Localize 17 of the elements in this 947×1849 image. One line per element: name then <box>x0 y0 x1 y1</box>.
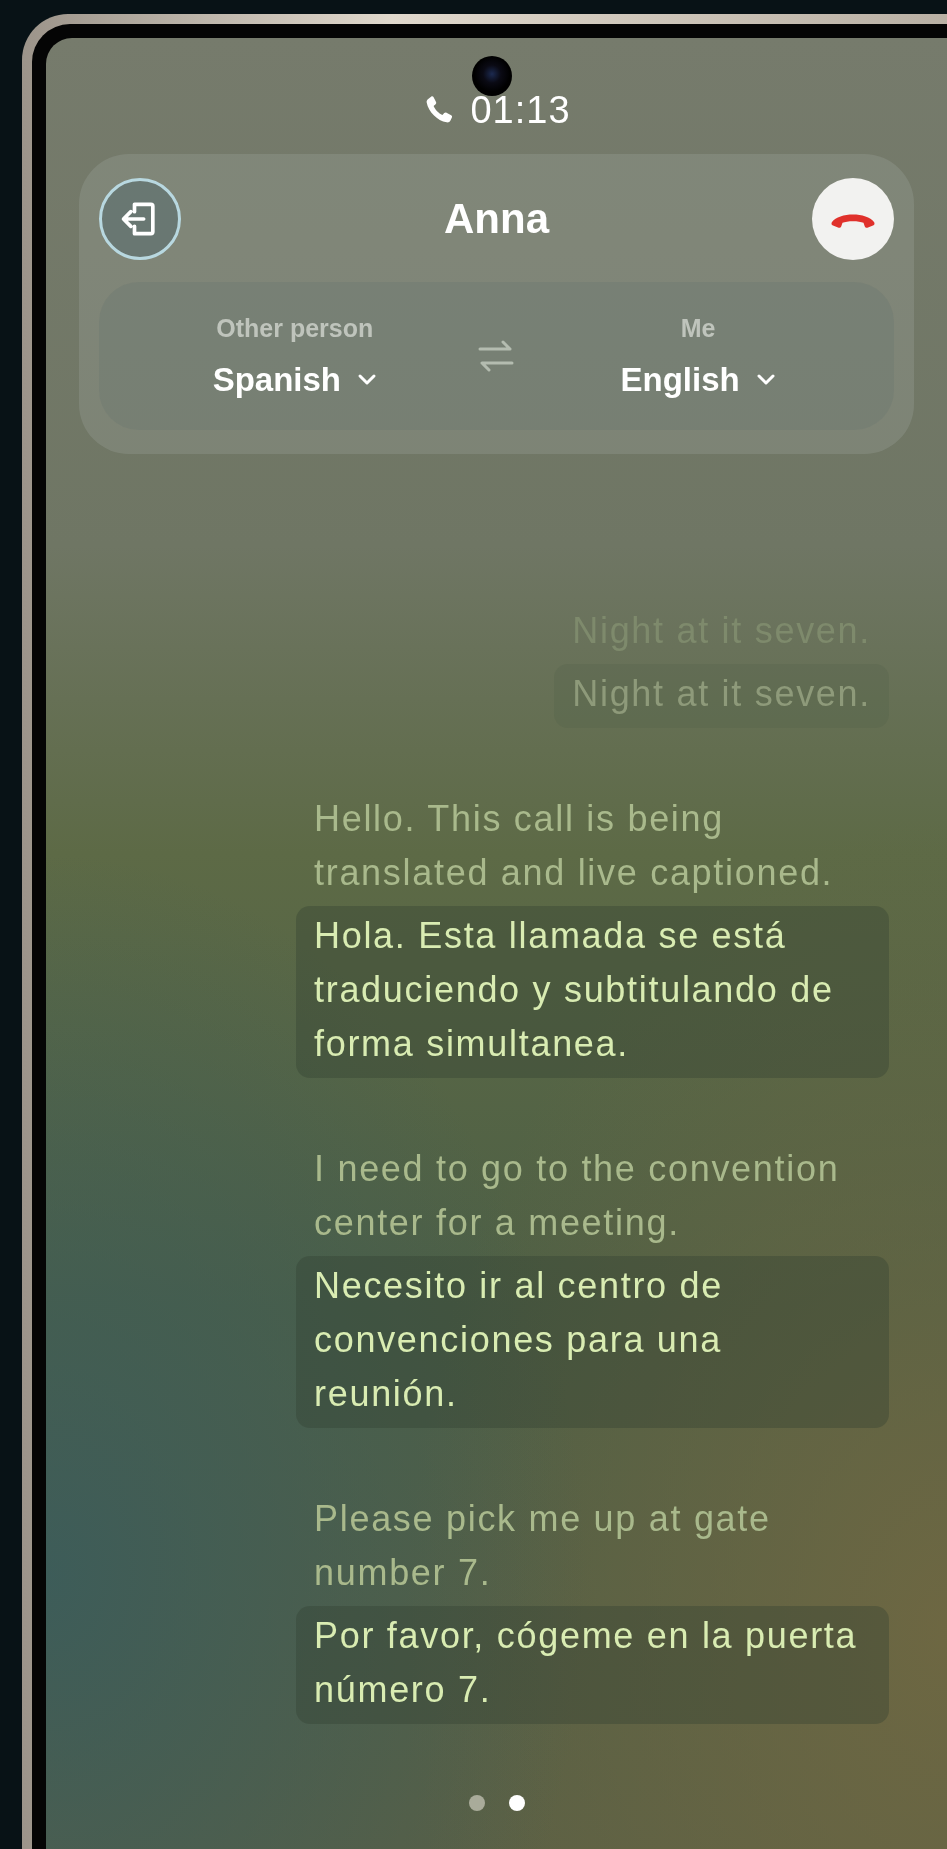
translation-bubble: Hola. Esta llamada se está traduciendo y subtitulando de forma simultanea. <box>296 906 889 1078</box>
translation-bubble: Necesito ir al centro de convenciones para una reunión. <box>296 1256 889 1428</box>
translation-bubble: Por favor, cógeme en la puerta número 7. <box>296 1606 889 1724</box>
language-label: Other person <box>216 313 374 343</box>
call-timer: 01:13 <box>470 88 571 132</box>
language-label: Me <box>680 313 716 343</box>
camera-hole <box>472 56 512 96</box>
chevron-down-icon <box>357 372 377 387</box>
language-dropdown[interactable]: Spanish <box>212 360 377 399</box>
language-dropdown[interactable]: English <box>620 360 776 399</box>
original-caption: I need to go to the convention center for a meeting. <box>313 1147 841 1245</box>
original-caption: Please pick me up at gate number 7. <box>313 1497 772 1595</box>
chevron-down-icon <box>755 372 776 387</box>
page-indicator-dot[interactable] <box>468 1795 485 1811</box>
contact-name: Anna <box>444 195 549 243</box>
original-caption: Hello. This call is being translated and live captioned. <box>313 797 835 895</box>
page-indicator-dot[interactable] <box>508 1795 525 1811</box>
